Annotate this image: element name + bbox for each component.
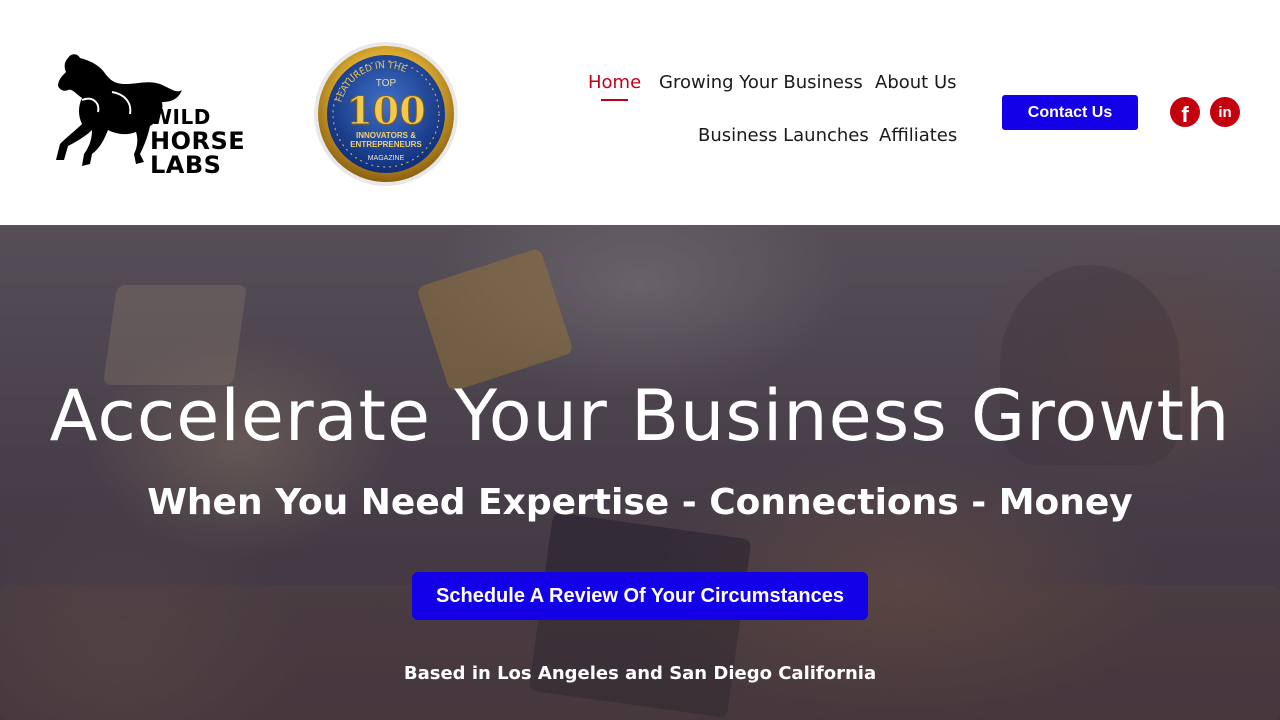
logo-wordmark: WILD HORSE LABS <box>150 105 245 177</box>
facebook-glyph: f <box>1181 101 1189 127</box>
main-nav: Home Growing Your Business About Us Busi… <box>560 62 960 162</box>
site-header: WILD HORSE LABS FEATURED IN THE TOP 100 … <box>0 0 1280 225</box>
nav-home[interactable]: Home <box>588 72 641 101</box>
contact-us-button[interactable]: Contact Us <box>1002 95 1138 130</box>
badge-footer: MAGAZINE <box>368 155 405 162</box>
linkedin-icon[interactable]: in <box>1210 97 1240 127</box>
schedule-review-button[interactable]: Schedule A Review Of Your Circumstances <box>412 572 868 620</box>
top-100-badge: FEATURED IN THE TOP 100 INNOVATORS & ENT… <box>312 40 460 188</box>
hero-section: Accelerate Your Business Growth When You… <box>0 225 1280 720</box>
logo-line-labs: LABS <box>150 151 222 179</box>
location-note: Based in Los Angeles and San Diego Calif… <box>403 663 877 684</box>
nav-affiliates[interactable]: Affiliates <box>879 125 957 146</box>
hero-subtitle: When You Need Expertise - Connections - … <box>147 482 1133 523</box>
badge-line1: INNOVATORS & <box>356 131 416 140</box>
hero-overlay <box>0 225 1280 720</box>
nav-growing-your-business[interactable]: Growing Your Business <box>659 72 863 93</box>
badge-line2: ENTREPRENEURS <box>350 140 422 149</box>
logo-line-wild: WILD <box>150 105 211 129</box>
facebook-icon[interactable]: f <box>1170 97 1200 127</box>
nav-about-us[interactable]: About Us <box>875 72 957 93</box>
linkedin-glyph: in <box>1218 103 1232 121</box>
site-logo[interactable]: WILD HORSE LABS <box>52 50 245 177</box>
hero-title: Accelerate Your Business Growth <box>49 375 1231 457</box>
nav-business-launches[interactable]: Business Launches <box>698 125 869 146</box>
logo-line-horse: HORSE <box>150 127 246 155</box>
badge-number: 100 <box>346 88 425 133</box>
